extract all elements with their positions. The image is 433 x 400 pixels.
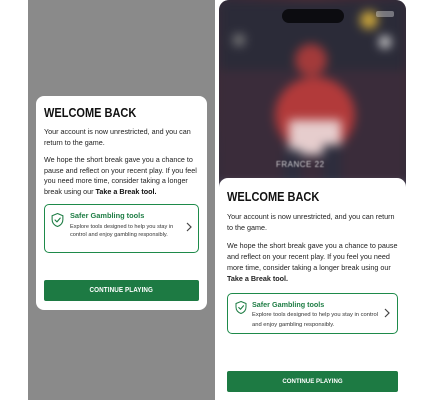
sheet-take-a-break-link[interactable]: Take a Break tool.	[227, 274, 288, 283]
right-screen: FRANCE 22 WELCOME BACK Your account is n…	[219, 0, 406, 400]
welcome-back-sheet: WELCOME BACK Your account is now unrestr…	[219, 178, 406, 400]
hockey-player-image	[219, 0, 406, 200]
left-screen-overlay: WELCOME BACK Your account is now unrestr…	[28, 0, 215, 400]
safer-gambling-tools-title: Safer Gambling tools	[70, 211, 145, 220]
sheet-paragraph-unrestricted: Your account is now unrestricted, and yo…	[227, 212, 395, 232]
status-bar-icons	[376, 11, 394, 17]
continue-playing-button[interactable]: CONTINUE PLAYING	[44, 280, 199, 301]
sheet-continue-playing-label: CONTINUE PLAYING	[282, 378, 343, 385]
continue-playing-label: CONTINUE PLAYING	[89, 287, 154, 294]
sheet-paragraph-break: We hope the short break gave you a chanc…	[227, 240, 398, 284]
chevron-right-icon	[186, 222, 192, 232]
phone-notch	[282, 9, 344, 23]
sheet-continue-playing-button[interactable]: CONTINUE PLAYING	[227, 371, 398, 392]
dialog-paragraph-break: We hope the short break gave you a chanc…	[44, 155, 199, 197]
shield-check-icon	[235, 301, 247, 314]
take-a-break-link[interactable]: Take a Break tool.	[96, 187, 157, 196]
safer-gambling-tools-card[interactable]: Safer Gambling tools Explore tools desig…	[44, 204, 199, 253]
chevron-right-icon	[384, 308, 390, 318]
welcome-back-dialog: WELCOME BACK Your account is now unrestr…	[36, 96, 207, 310]
shield-check-icon	[51, 213, 64, 227]
dialog-paragraph-unrestricted: Your account is now unrestricted, and yo…	[44, 127, 191, 147]
dialog-title: WELCOME BACK	[44, 106, 137, 120]
sheet-paragraph-break-text: We hope the short break gave you a chanc…	[227, 241, 398, 272]
sheet-safer-gambling-tools-description: Explore tools designed to help you stay …	[252, 312, 378, 328]
sheet-safer-gambling-tools-card[interactable]: Safer Gambling tools Explore tools desig…	[227, 293, 398, 334]
blurred-background-image: FRANCE 22	[219, 0, 406, 200]
sheet-safer-gambling-tools-title: Safer Gambling tools	[252, 300, 325, 309]
background-caption: FRANCE 22	[276, 160, 325, 169]
safer-gambling-tools-description: Explore tools designed to help you stay …	[70, 224, 174, 239]
sheet-title: WELCOME BACK	[227, 190, 320, 204]
